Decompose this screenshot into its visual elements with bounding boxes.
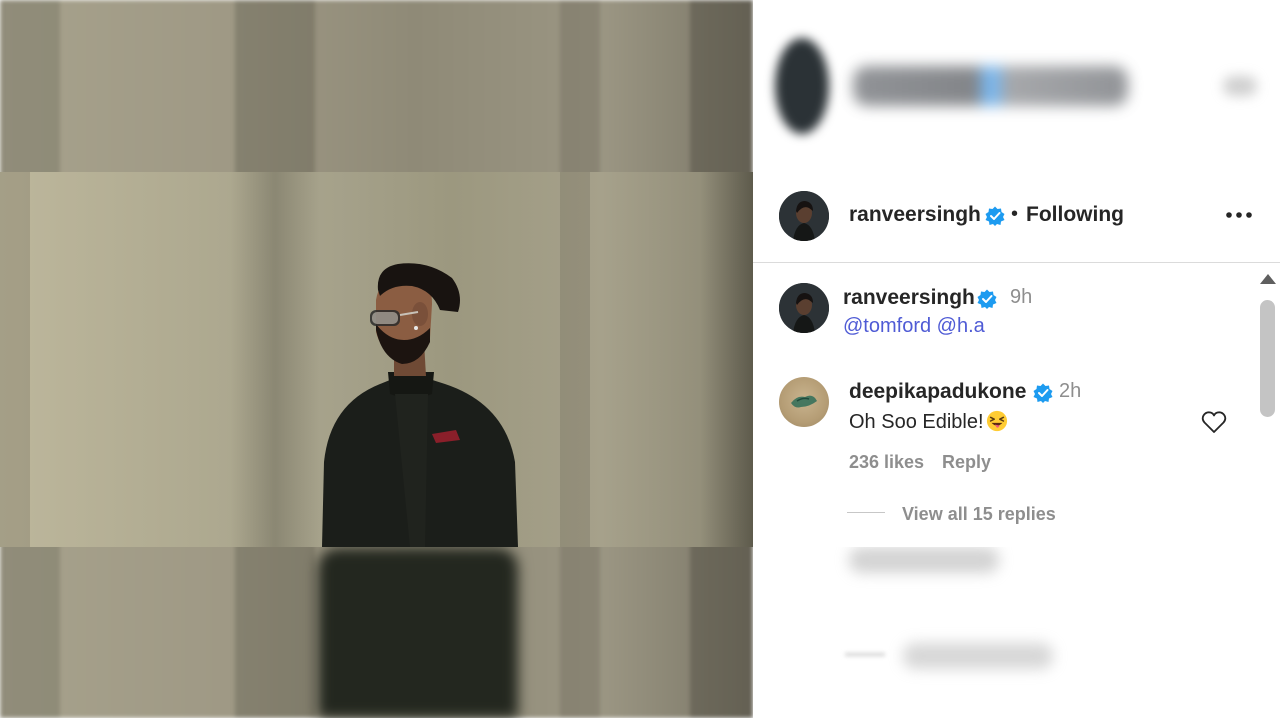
following-button[interactable]: Following [1026,203,1124,227]
scroll-up-arrow-icon[interactable] [1259,272,1277,286]
blurred-panel-top [753,0,1280,172]
verified-badge-icon [985,206,1005,226]
mention-link-tomford[interactable]: @tomford [843,315,931,337]
caption-author-avatar[interactable] [779,283,829,333]
caption-timestamp: 9h [1010,286,1033,308]
blurred-panel-bottom [753,547,1280,718]
comments-panel: ranveersingh • Following ranveersingh 9h… [753,172,1280,547]
caption-username[interactable]: ranveersingh [843,286,975,310]
verified-badge-icon [1033,383,1053,403]
separator-dot: • [1011,203,1019,225]
comment-text: Oh Soo Edible! [849,410,1008,434]
squinting-face-with-tongue-icon [986,410,1007,432]
heart-icon[interactable] [1201,410,1227,434]
view-replies-button[interactable]: View all 15 replies [902,504,1056,525]
comment-text-content: Oh Soo Edible! [849,411,984,433]
commenter-username[interactable]: deepikapadukone [849,380,1026,404]
mention-link-ha[interactable]: @h.a [937,315,985,337]
author-avatar[interactable] [779,191,829,241]
scrollbar-thumb[interactable] [1260,300,1275,417]
commenter-avatar[interactable] [779,377,829,427]
person-in-black-suit-image [322,263,518,547]
comment-timestamp: 2h [1059,380,1082,402]
replies-divider-line [847,512,885,513]
caption-text: @tomford @h.a [843,315,985,338]
more-options-icon[interactable] [1225,208,1253,222]
reply-button[interactable]: Reply [942,452,991,473]
post-photo[interactable] [0,172,753,547]
author-username[interactable]: ranveersingh [849,203,981,227]
post-header: ranveersingh • Following [753,172,1280,263]
comment-likes-count[interactable]: 236 likes [849,452,924,473]
verified-badge-icon [977,289,997,309]
